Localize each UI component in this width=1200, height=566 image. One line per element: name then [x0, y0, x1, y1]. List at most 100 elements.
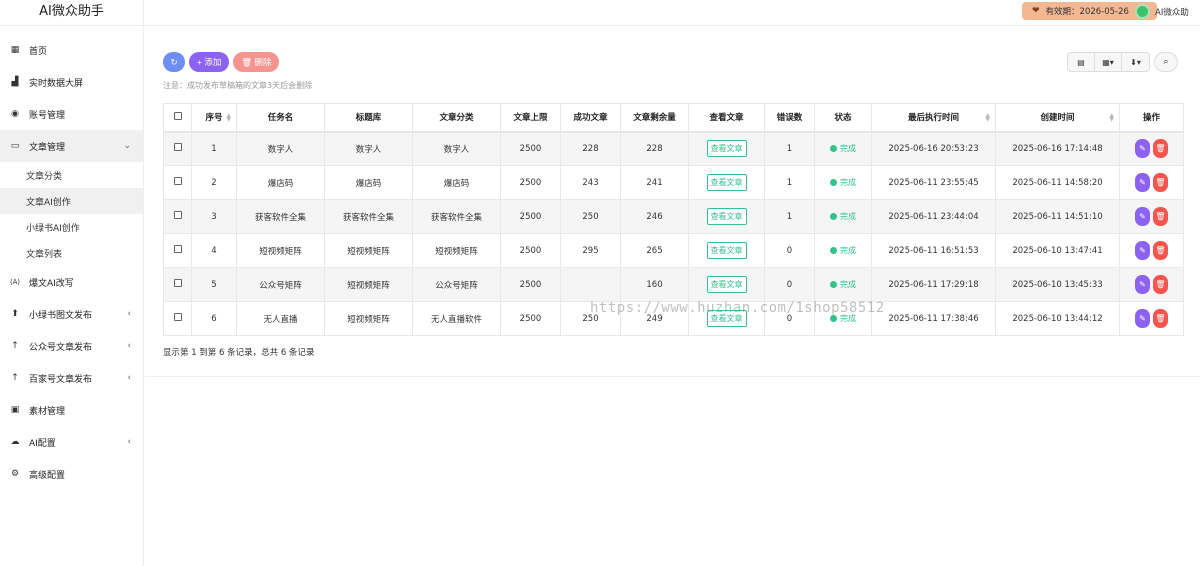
- table-row: 4 短视频矩阵 短视频矩阵 短视频矩阵 2500 295 265 查看文章 0 完成 2025-06…: [163, 233, 1184, 268]
- sidebar-item-articles[interactable]: ▭ 文章管理 ⌄: [0, 130, 143, 162]
- row-checkbox[interactable]: [163, 267, 192, 302]
- cell-last-run: 2025-06-11 17:29:18: [871, 267, 996, 302]
- cell-created: 2025-06-10 13:45:33: [995, 267, 1120, 302]
- validity-label: 有效期：2026-05-26: [1045, 7, 1129, 17]
- sidebar-subitem-xiaolvshu-ai[interactable]: 小绿书AI创作: [0, 214, 143, 240]
- col-header-remaining: 文章剩余量: [620, 103, 689, 133]
- trash-icon[interactable]: 🗑: [1153, 309, 1168, 328]
- sidebar-item-label: 小绿书图文发布: [29, 310, 93, 321]
- edit-icon[interactable]: ✎: [1135, 207, 1150, 226]
- view-article-button[interactable]: 查看文章: [706, 140, 747, 158]
- sidebar-item-xiaolvshu-publish[interactable]: ⬆ 小绿书图文发布 ‹: [0, 298, 143, 330]
- edit-icon[interactable]: ✎: [1135, 275, 1150, 294]
- sidebar-item-gzh-publish[interactable]: ↑ 公众号文章发布 ‹: [0, 330, 143, 362]
- user-name[interactable]: AI微众助: [1155, 6, 1189, 18]
- edit-icon[interactable]: ✎: [1135, 309, 1150, 328]
- add-button[interactable]: + 添加: [189, 52, 230, 72]
- user-avatar[interactable]: [1135, 4, 1150, 19]
- row-checkbox[interactable]: [163, 131, 192, 166]
- sidebar-item-label: 账号管理: [29, 110, 66, 121]
- view-article-button[interactable]: 查看文章: [706, 174, 747, 191]
- cell-actions: ✎ 🗑: [1119, 233, 1184, 268]
- trash-icon[interactable]: 🗑: [1153, 207, 1168, 226]
- row-checkbox[interactable]: [163, 165, 192, 200]
- cell-view: 查看文章: [688, 301, 765, 336]
- edit-icon[interactable]: ✎: [1135, 241, 1150, 260]
- gear-icon: ⚙: [10, 469, 20, 479]
- row-checkbox[interactable]: [163, 301, 192, 336]
- sidebar-item-accounts[interactable]: ◉ 账号管理: [0, 98, 143, 130]
- sidebar-item-label: 素材管理: [29, 406, 66, 417]
- cell-status: 完成: [814, 301, 872, 336]
- sidebar-item-ai-config[interactable]: ☁ AI配置 ‹: [0, 426, 143, 458]
- cell-errors: 1: [764, 131, 815, 166]
- delete-button[interactable]: 🗑 删除: [233, 52, 280, 72]
- col-header-last-run[interactable]: 最后执行时间 ▲ ▼: [871, 103, 996, 133]
- cell-lib: 数字人: [324, 131, 413, 166]
- cell-view: 查看文章: [688, 199, 765, 234]
- sidebar-subitem-categories[interactable]: 文章分类: [0, 162, 143, 188]
- status-label: 完成: [840, 144, 856, 154]
- col-header-no[interactable]: 序号 ▲ ▼: [191, 103, 237, 133]
- export-icon[interactable]: ⬇▾: [1122, 53, 1149, 71]
- col-header-task: 任务名: [236, 103, 325, 133]
- print-icon[interactable]: ▤: [1068, 53, 1095, 71]
- col-header-created[interactable]: 创建时间 ▲ ▼: [995, 103, 1120, 133]
- cell-remaining: 241: [620, 165, 689, 200]
- trash-icon[interactable]: 🗑: [1153, 139, 1168, 159]
- trash-icon[interactable]: 🗑: [1153, 275, 1168, 294]
- edit-icon[interactable]: ✎: [1135, 139, 1150, 159]
- table-row: 3 获客软件全集 获客软件全集 获客软件全集 2500 250 246 查看文章 1 完成 2025…: [163, 199, 1184, 234]
- row-checkbox[interactable]: [163, 233, 192, 268]
- status-label: 完成: [840, 314, 856, 323]
- cell-actions: ✎ 🗑: [1119, 267, 1184, 302]
- view-article-button[interactable]: 查看文章: [706, 242, 747, 259]
- folder-open-icon: ▭: [10, 141, 20, 151]
- sidebar-item-materials[interactable]: ▣ 素材管理: [0, 394, 143, 426]
- cell-limit: 2500: [500, 199, 561, 234]
- columns-icon[interactable]: ▦▾: [1095, 53, 1122, 71]
- cell-remaining: 265: [620, 233, 689, 268]
- cell-task: 公众号矩阵: [236, 267, 325, 302]
- cell-status: 完成: [814, 199, 872, 234]
- ai-badge-icon: ⟨A⟩: [9, 278, 21, 286]
- cell-success: 250: [560, 301, 621, 336]
- sidebar-item-advanced[interactable]: ⚙ 高级配置: [0, 458, 143, 490]
- view-article-button[interactable]: 查看文章: [706, 208, 747, 225]
- status-label: 完成: [840, 280, 856, 289]
- status-badge: 完成: [830, 178, 856, 187]
- cell-status: 完成: [814, 267, 872, 302]
- cell-limit: 2500: [500, 165, 561, 200]
- cell-actions: ✎ 🗑: [1119, 165, 1184, 200]
- cell-last-run: 2025-06-16 20:53:23: [871, 131, 996, 166]
- sidebar-item-label: 百家号文章发布: [29, 374, 93, 385]
- cell-task: 获客软件全集: [236, 199, 325, 234]
- cell-last-run: 2025-06-11 23:44:04: [871, 199, 996, 234]
- col-header-lib: 标题库: [324, 103, 413, 133]
- divider: [145, 376, 1200, 377]
- sidebar-subitem-ai-create[interactable]: 文章AI创作: [0, 188, 143, 214]
- sidebar-item-baijiahao-publish[interactable]: ↑ 百家号文章发布 ‹: [0, 362, 143, 394]
- cell-created: 2025-06-11 14:58:20: [995, 165, 1120, 200]
- cell-no: 3: [191, 199, 237, 234]
- sidebar-item-dashboard[interactable]: ▟ 实时数据大屏: [0, 66, 143, 98]
- cell-lib: 短视频矩阵: [324, 301, 413, 336]
- cell-success: [560, 267, 621, 302]
- top-bar: ❤ 有效期：2026-05-26 AI微众助: [145, 0, 1200, 26]
- refresh-button[interactable]: ↻: [163, 52, 185, 72]
- search-icon[interactable]: ⌕: [1154, 52, 1178, 72]
- row-checkbox[interactable]: [163, 199, 192, 234]
- select-all-checkbox[interactable]: [163, 103, 192, 133]
- status-badge: 完成: [830, 246, 856, 255]
- sidebar-item-home[interactable]: ▦ 首页: [0, 34, 143, 66]
- trash-icon[interactable]: 🗑: [1153, 241, 1168, 260]
- trash-icon[interactable]: 🗑: [1153, 173, 1168, 192]
- sidebar-subitem-article-list[interactable]: 文章列表: [0, 240, 143, 266]
- view-article-button[interactable]: 查看文章: [706, 276, 747, 293]
- status-dot-icon: [830, 213, 837, 220]
- edit-icon[interactable]: ✎: [1135, 173, 1150, 192]
- cell-status: 完成: [814, 165, 872, 200]
- cell-no: 6: [191, 301, 237, 336]
- sidebar-item-ai-rewrite[interactable]: ⟨A⟩ 爆文AI改写: [0, 266, 143, 298]
- view-article-button[interactable]: 查看文章: [706, 310, 747, 327]
